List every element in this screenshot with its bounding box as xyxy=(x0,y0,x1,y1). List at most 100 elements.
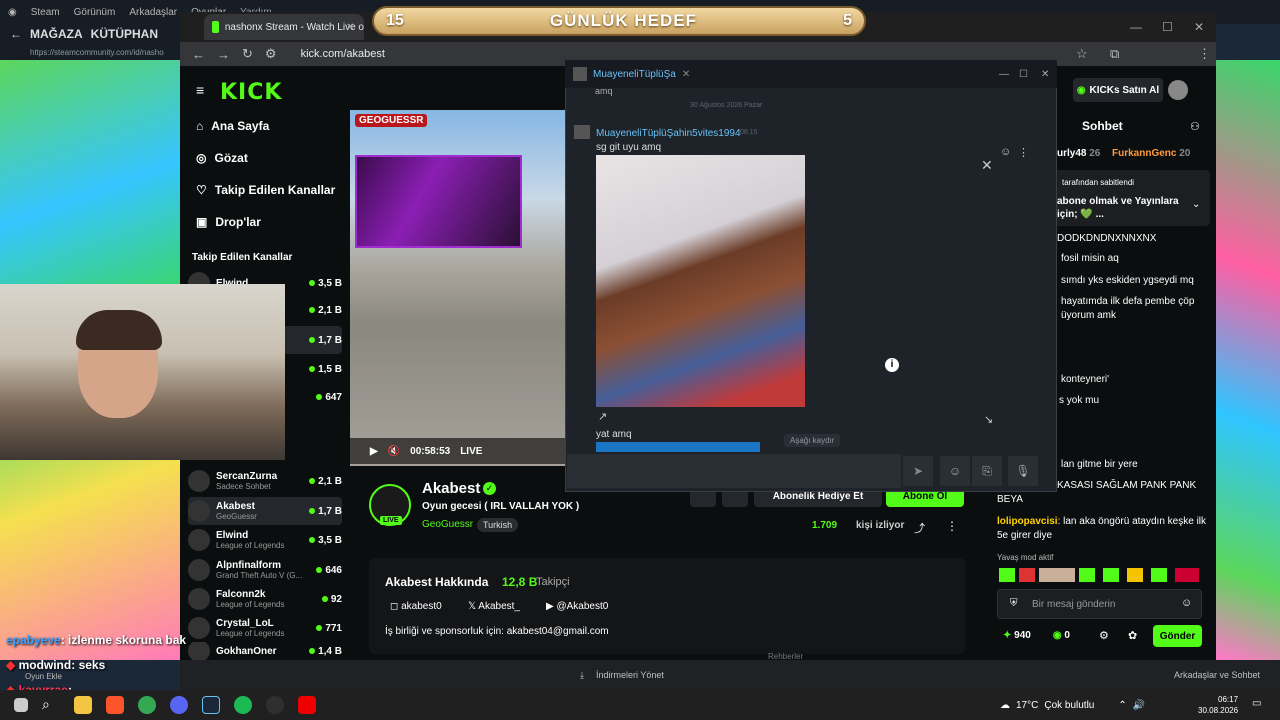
back-arrow-icon[interactable]: ← xyxy=(10,27,22,41)
minimize-icon[interactable]: — xyxy=(1130,20,1142,34)
info-icon[interactable]: i xyxy=(885,358,899,372)
forward-icon[interactable]: → xyxy=(217,47,230,62)
more-icon[interactable]: ⋮ xyxy=(1018,146,1029,159)
points-icon: ◉ xyxy=(1052,630,1065,641)
url-field[interactable]: kick.com/akabest xyxy=(301,48,385,60)
more-icon[interactable]: ⋮ xyxy=(946,519,958,533)
channel-item[interactable]: Alpnfinalform Grand Theft Auto V (G... 646 xyxy=(188,556,342,584)
live-dot-icon xyxy=(321,596,328,602)
avatar xyxy=(188,559,210,581)
chat-username[interactable]: lolipopavcisi xyxy=(997,516,1058,527)
browser-tab[interactable]: nashonx Stream - Watch Live o xyxy=(204,14,364,40)
menu-dots-icon[interactable]: ⋮ xyxy=(1198,46,1211,62)
brave-icon[interactable] xyxy=(106,696,124,714)
channel-item[interactable]: Elwind League of Legends 3,5 B xyxy=(188,526,342,554)
user-avatar[interactable] xyxy=(1168,80,1188,100)
extensions-icon[interactable]: ⧉ xyxy=(1110,46,1119,62)
emoji-icon[interactable]: ☺ xyxy=(1181,597,1192,609)
close-icon[interactable]: ✕ xyxy=(981,157,993,174)
chat-input[interactable]: Bir mesaj gönderin xyxy=(997,589,1202,619)
add-game-link[interactable]: Oyun Ekle xyxy=(25,672,62,681)
settings-icon[interactable]: ⚙ xyxy=(1099,629,1109,642)
tab-close-icon[interactable]: ✕ xyxy=(682,69,690,80)
scroll-down-button[interactable]: Aşağı kaydır xyxy=(784,434,841,447)
channel-item-active[interactable]: Akabest GeoGuessr 1,7 B xyxy=(188,497,342,525)
channel-item[interactable]: Falconn2k League of Legends 92 xyxy=(188,585,342,613)
channel-item[interactable]: Crystal_LoL League of Legends 771 xyxy=(188,614,342,642)
play-icon[interactable]: ▶ xyxy=(370,446,378,457)
streamer-name[interactable]: Akabest xyxy=(422,480,480,497)
tab-close-icon[interactable]: ✕ xyxy=(346,22,354,33)
avatar xyxy=(188,529,210,551)
buy-kicks-button[interactable]: ◉ KICKs Satın Al xyxy=(1073,78,1163,102)
emoji-icon[interactable]: ☺ xyxy=(940,456,970,486)
steam-store-link[interactable]: MAĞAZA xyxy=(30,27,83,41)
steam-chat-tab[interactable]: MuayeneliTüplüŞa xyxy=(593,69,676,80)
attach-icon[interactable]: ⎘ xyxy=(972,456,1002,486)
x-link[interactable]: 𝕏 Akabest_ xyxy=(468,601,520,612)
nav-browse[interactable]: ◎ Gözat xyxy=(196,151,248,165)
chevron-down-icon[interactable]: ⌄ xyxy=(1192,199,1200,210)
steam-library-link[interactable]: KÜTÜPHAN xyxy=(91,27,158,41)
nav-drops[interactable]: ▣ Drop'lar xyxy=(196,215,261,229)
menu-view[interactable]: Görünüm xyxy=(74,7,116,18)
close-icon[interactable]: ✕ xyxy=(1041,69,1049,80)
stream-language-tag[interactable]: Turkish xyxy=(477,518,519,532)
close-icon[interactable]: ✕ xyxy=(1194,20,1204,34)
sender-name[interactable]: MuayeneliTüplüŞahin5vites1994 xyxy=(596,128,741,139)
volume-icon[interactable]: 🔇 xyxy=(388,446,400,457)
menu-steam[interactable]: Steam xyxy=(31,7,60,18)
friends-chat-link[interactable]: Arkadaşlar ve Sohbet xyxy=(1174,670,1260,680)
send-button[interactable]: Gönder xyxy=(1153,625,1202,647)
youtube-link[interactable]: ▶ @Akabest0 xyxy=(546,601,608,612)
steam-chat-input[interactable] xyxy=(567,454,901,488)
viewer-count-value: 2,1 B xyxy=(318,304,342,316)
hamburger-icon[interactable]: ≡ xyxy=(196,82,204,98)
resize-icon[interactable]: ↘ xyxy=(984,413,993,426)
file-explorer-icon[interactable] xyxy=(74,696,92,714)
tray-chevron-icon[interactable]: ⌃ xyxy=(1118,700,1126,711)
steam-icon[interactable] xyxy=(202,696,220,714)
kick-logo[interactable]: KICK xyxy=(220,80,282,105)
live-label[interactable]: LIVE xyxy=(460,446,482,457)
kicks-balance-value: 940 xyxy=(1014,630,1031,641)
clock[interactable]: 06:17 30.08.2026 xyxy=(1198,694,1238,716)
instagram-link[interactable]: ◻ akabest0 xyxy=(390,601,442,612)
voice-icon[interactable]: 🎙 xyxy=(1008,456,1038,486)
share-icon[interactable]: ⤴ xyxy=(914,520,925,536)
send-icon[interactable]: ➤ xyxy=(903,456,933,486)
shield-icon[interactable]: ⛨ xyxy=(1010,598,1018,609)
discord-icon[interactable] xyxy=(170,696,188,714)
maximize-icon[interactable]: ☐ xyxy=(1162,20,1173,34)
spotify-icon[interactable] xyxy=(234,696,252,714)
chat-text: fosil misin aq xyxy=(1061,253,1119,264)
open-external-icon[interactable]: ↗ xyxy=(598,410,607,423)
reload-icon[interactable]: ↻ xyxy=(242,46,253,62)
search-icon[interactable]: ⌕ xyxy=(42,696,60,714)
bookmark-star-icon[interactable]: ☆ xyxy=(1076,46,1088,62)
channel-item[interactable]: SercanZurna Sadece Sohbet 2,1 B xyxy=(188,467,342,495)
slow-mode-notice: Yavaş mod aktif xyxy=(997,553,1054,562)
nav-home[interactable]: ⌂ Ana Sayfa xyxy=(196,119,269,133)
gift-icon[interactable]: ✿ xyxy=(1128,629,1137,642)
volume-icon[interactable]: 🔊 xyxy=(1133,700,1145,711)
windows-start-icon[interactable] xyxy=(14,698,28,712)
nav-following[interactable]: ♡ Takip Edilen Kanallar xyxy=(196,183,335,197)
youtube-icon[interactable] xyxy=(298,696,316,714)
guides-link[interactable]: Rehberler xyxy=(768,652,803,661)
back-icon[interactable]: ← xyxy=(192,47,205,62)
menu-friends[interactable]: Arkadaşlar xyxy=(129,7,177,18)
avatar xyxy=(188,588,210,610)
emoji-react-icon[interactable]: ☺ xyxy=(1000,146,1011,158)
chat-users-icon[interactable]: ⚇ xyxy=(1190,120,1200,133)
channel-item[interactable]: GokhanOner 1,4 B xyxy=(188,642,342,660)
site-info-icon[interactable]: ⚙ xyxy=(265,46,277,62)
shared-image[interactable] xyxy=(596,155,805,407)
chrome-icon[interactable] xyxy=(138,696,156,714)
stream-category[interactable]: GeoGuessr xyxy=(422,519,473,530)
obs-icon[interactable] xyxy=(266,696,284,714)
notification-icon[interactable]: ▭ xyxy=(1252,698,1261,709)
minimize-icon[interactable]: — xyxy=(999,69,1009,80)
maximize-icon[interactable]: ☐ xyxy=(1019,69,1028,80)
manage-downloads[interactable]: İndirmeleri Yönet xyxy=(596,670,664,680)
